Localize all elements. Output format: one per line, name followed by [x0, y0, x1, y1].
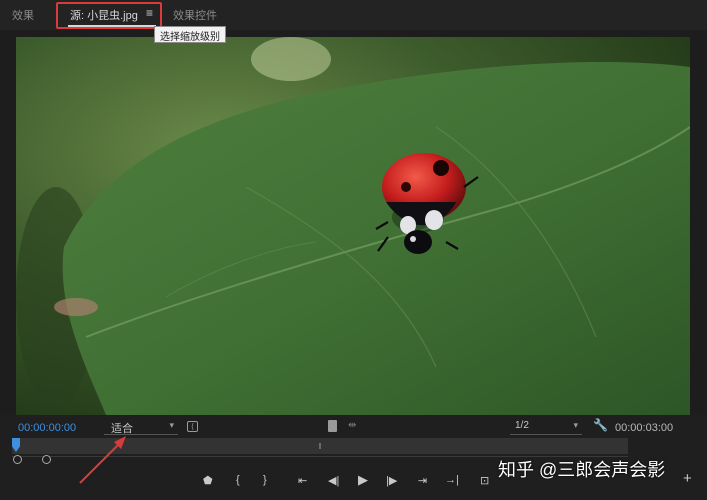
current-timecode[interactable]: 00:00:00:00 — [18, 422, 76, 434]
zoom-tooltip: 选择缩放级别 — [154, 26, 226, 43]
duration-timecode: 00:00:03:00 — [615, 422, 674, 434]
add-marker-icon[interactable]: ⬟ — [203, 474, 213, 487]
chevron-down-icon: ▾ — [169, 420, 174, 430]
zoom-handle-left[interactable] — [13, 455, 22, 464]
go-to-out-alt-icon[interactable]: →| — [445, 474, 459, 486]
mark-in-icon[interactable]: { — [236, 474, 240, 486]
tab-highlight-annotation — [56, 2, 162, 29]
audio-waveform-icon[interactable]: ⇹ — [348, 420, 356, 431]
wrench-settings-icon[interactable]: 🔧 — [593, 418, 608, 432]
add-button-icon[interactable]: + — [683, 470, 692, 487]
zoom-handle-right[interactable] — [42, 455, 51, 464]
watermark: 知乎 @三郎会声会影 — [498, 460, 666, 480]
go-to-out-icon[interactable]: ⇥ — [418, 474, 427, 487]
chevron-down-icon: ▾ — [573, 420, 578, 430]
insert-icon[interactable]: ⊡ — [480, 474, 489, 487]
play-icon[interactable]: ▶ — [358, 472, 368, 488]
ruler-center-marker — [319, 443, 321, 449]
mark-out-icon[interactable]: } — [263, 474, 267, 486]
step-forward-icon[interactable]: |▶ — [386, 474, 397, 487]
tab-effects[interactable]: 效果 — [12, 7, 34, 23]
step-back-icon[interactable]: ◀| — [328, 474, 339, 487]
safe-margins-icon[interactable]: ⟨ — [187, 421, 198, 432]
zoom-level-value: 适合 — [111, 423, 133, 435]
tab-effect-controls[interactable]: 效果控件 — [173, 7, 217, 23]
clip-icon[interactable] — [328, 420, 337, 432]
playback-resolution-select[interactable]: 1/2 ▾ — [510, 419, 582, 435]
panel-tab-bar: 效果 源: 小昆虫.jpg ≡ 效果控件 — [0, 0, 707, 30]
playback-resolution-value: 1/2 — [515, 420, 529, 431]
ladybug-image — [16, 37, 690, 415]
go-to-in-icon[interactable]: ⇤ — [298, 474, 307, 487]
zoom-level-select[interactable]: 适合 ▾ — [104, 419, 178, 435]
source-monitor-viewer[interactable] — [16, 37, 690, 415]
